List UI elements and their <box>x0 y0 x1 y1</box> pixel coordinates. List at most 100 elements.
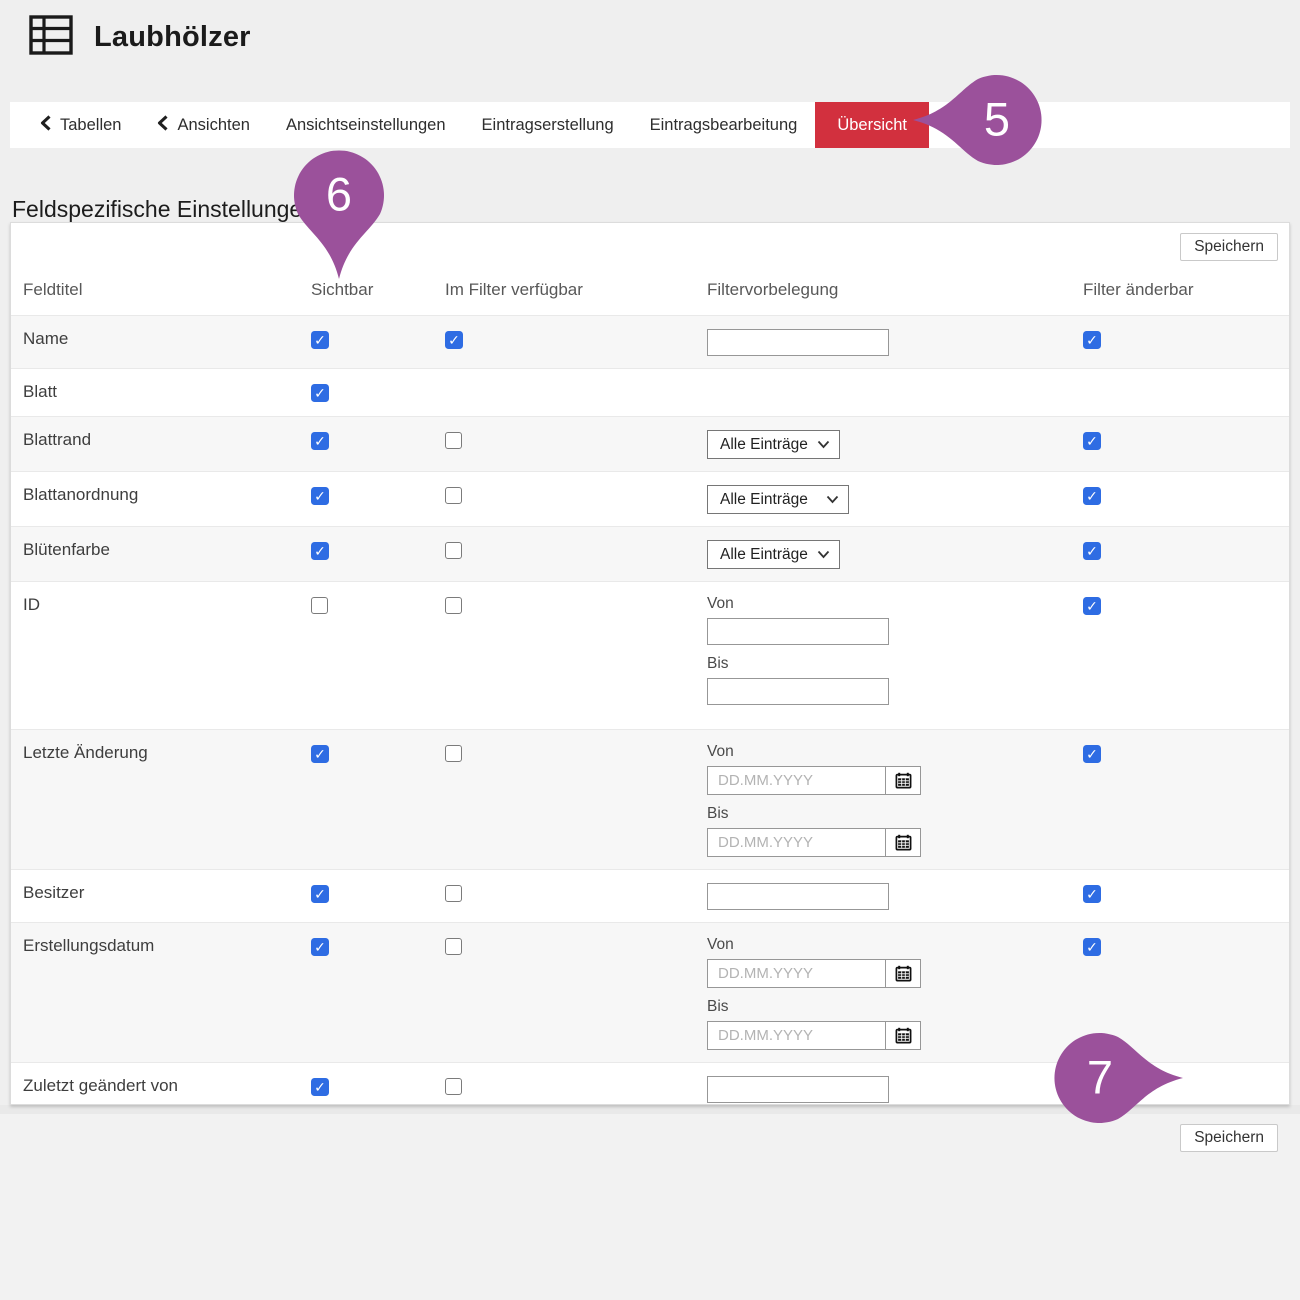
range-von-label: Von <box>707 595 1083 613</box>
sichtbar-checkbox-checked[interactable]: ✓ <box>311 487 329 505</box>
nav-item-uebersicht[interactable]: Übersicht <box>815 102 929 148</box>
sichtbar-checkbox-checked[interactable]: ✓ <box>311 1078 329 1096</box>
table-row: Blütenfarbe✓Alle Einträge✓ <box>11 526 1289 581</box>
chevron-down-icon <box>817 436 830 454</box>
filter-preset-select[interactable]: Alle Einträge <box>707 540 840 569</box>
filter-aenderbar-checkbox-checked[interactable]: ✓ <box>1083 938 1101 956</box>
filter-aenderbar-checkbox-checked[interactable]: ✓ <box>1083 745 1101 763</box>
sichtbar-checkbox-unchecked[interactable] <box>311 597 328 614</box>
date-input[interactable] <box>707 828 885 857</box>
sichtbar-checkbox-checked[interactable]: ✓ <box>311 745 329 763</box>
nav-item-ansichtseinstellungen[interactable]: Ansichtseinstellungen <box>286 116 446 135</box>
nav-item-label: Tabellen <box>60 116 121 135</box>
filter-preset-input[interactable] <box>707 883 889 910</box>
im-filter-checkbox-checked[interactable]: ✓ <box>445 331 463 349</box>
filter-preset-input[interactable] <box>707 329 889 356</box>
sichtbar-checkbox-checked[interactable]: ✓ <box>311 938 329 956</box>
cell-im-filter <box>445 485 707 509</box>
filter-aenderbar-checkbox-checked[interactable]: ✓ <box>1083 597 1101 615</box>
im-filter-checkbox-unchecked[interactable] <box>445 542 462 559</box>
chevron-down-icon <box>817 546 830 564</box>
cell-sichtbar <box>311 595 445 619</box>
column-header-4: Filter änderbar <box>1083 280 1289 300</box>
cell-sichtbar: ✓ <box>311 936 445 957</box>
filter-aenderbar-checkbox-checked[interactable]: ✓ <box>1083 432 1101 450</box>
field-title: Name <box>23 329 311 349</box>
field-title: Blütenfarbe <box>23 540 311 560</box>
nav-item-eintragserstellung[interactable]: Eintragserstellung <box>482 116 614 135</box>
range-von-label: Von <box>707 743 1083 761</box>
cell-filter-aenderbar: ✓ <box>1083 883 1289 904</box>
chevron-left-icon <box>157 115 168 136</box>
im-filter-checkbox-unchecked[interactable] <box>445 487 462 504</box>
save-button-top[interactable]: Speichern <box>1180 233 1278 261</box>
filter-aenderbar-checkbox-checked[interactable]: ✓ <box>1083 487 1101 505</box>
cell-filter-aenderbar: ✓ <box>1083 329 1289 350</box>
filter-aenderbar-checkbox-checked[interactable]: ✓ <box>1083 1078 1101 1096</box>
field-title: Blatt <box>23 382 311 402</box>
sichtbar-checkbox-checked[interactable]: ✓ <box>311 384 329 402</box>
cell-im-filter <box>445 540 707 564</box>
cell-filter-aenderbar: ✓ <box>1083 595 1289 616</box>
range-von-label: Von <box>707 936 1083 954</box>
cell-sichtbar: ✓ <box>311 743 445 764</box>
table-row: Blattanordnung✓Alle Einträge✓ <box>11 471 1289 526</box>
card-footer: Speichern <box>11 1115 1289 1167</box>
filter-preset-input[interactable] <box>707 1076 889 1103</box>
table-header-row: FeldtitelSichtbarIm Filter verfügbarFilt… <box>11 223 1289 315</box>
cell-im-filter: ✓ <box>445 329 707 350</box>
table-row: Name✓✓✓ <box>11 315 1289 368</box>
sichtbar-checkbox-checked[interactable]: ✓ <box>311 331 329 349</box>
date-input[interactable] <box>707 766 885 795</box>
calendar-button[interactable] <box>885 1021 921 1050</box>
im-filter-checkbox-unchecked[interactable] <box>445 432 462 449</box>
field-title: Besitzer <box>23 883 311 903</box>
select-value: Alle Einträge <box>720 436 808 454</box>
filter-preset-range-input[interactable] <box>707 618 889 645</box>
filter-aenderbar-checkbox-checked[interactable]: ✓ <box>1083 885 1101 903</box>
save-button-bottom[interactable]: Speichern <box>1180 1124 1278 1152</box>
column-header-2: Im Filter verfügbar <box>445 280 707 300</box>
cell-filtervorbelegung: Alle Einträge <box>707 485 1083 514</box>
date-input-group <box>707 1021 1083 1050</box>
filter-preset-select[interactable]: Alle Einträge <box>707 485 849 514</box>
nav-item-eintragsbearbeitung[interactable]: Eintragsbearbeitung <box>650 116 798 135</box>
sichtbar-checkbox-checked[interactable]: ✓ <box>311 432 329 450</box>
im-filter-checkbox-unchecked[interactable] <box>445 885 462 902</box>
field-title: Blattrand <box>23 430 311 450</box>
field-title: Letzte Änderung <box>23 743 311 763</box>
im-filter-checkbox-unchecked[interactable] <box>445 745 462 762</box>
table-row: Blatt✓ <box>11 368 1289 416</box>
date-input[interactable] <box>707 959 885 988</box>
nav-item-label: Ansichten <box>177 116 249 135</box>
filter-preset-range-input[interactable] <box>707 678 889 705</box>
cell-filtervorbelegung <box>707 883 1083 910</box>
date-input[interactable] <box>707 1021 885 1050</box>
calendar-icon <box>895 1027 912 1044</box>
nav-item-tabellen[interactable]: Tabellen <box>40 115 121 136</box>
cell-filter-aenderbar: ✓ <box>1083 485 1289 506</box>
calendar-button[interactable] <box>885 959 921 988</box>
im-filter-checkbox-unchecked[interactable] <box>445 1078 462 1095</box>
page-title: Laubhölzer <box>94 21 251 54</box>
sichtbar-checkbox-checked[interactable]: ✓ <box>311 542 329 560</box>
range-bis-label: Bis <box>707 655 1083 673</box>
cell-im-filter <box>445 595 707 619</box>
filter-preset-select[interactable]: Alle Einträge <box>707 430 840 459</box>
cell-filter-aenderbar: ✓ <box>1083 936 1289 957</box>
sichtbar-checkbox-checked[interactable]: ✓ <box>311 885 329 903</box>
filter-aenderbar-checkbox-checked[interactable]: ✓ <box>1083 542 1101 560</box>
cell-filter-aenderbar: ✓ <box>1083 540 1289 561</box>
filter-aenderbar-checkbox-checked[interactable]: ✓ <box>1083 331 1101 349</box>
im-filter-checkbox-unchecked[interactable] <box>445 938 462 955</box>
column-header-3: Filtervorbelegung <box>707 280 1083 300</box>
cell-sichtbar: ✓ <box>311 329 445 350</box>
calendar-button[interactable] <box>885 766 921 795</box>
select-value: Alle Einträge <box>720 491 808 509</box>
nav-item-ansichten[interactable]: Ansichten <box>157 115 249 136</box>
cell-im-filter <box>445 743 707 767</box>
calendar-button[interactable] <box>885 828 921 857</box>
im-filter-checkbox-unchecked[interactable] <box>445 597 462 614</box>
cell-im-filter <box>445 430 707 454</box>
cell-filtervorbelegung <box>707 1076 1083 1103</box>
